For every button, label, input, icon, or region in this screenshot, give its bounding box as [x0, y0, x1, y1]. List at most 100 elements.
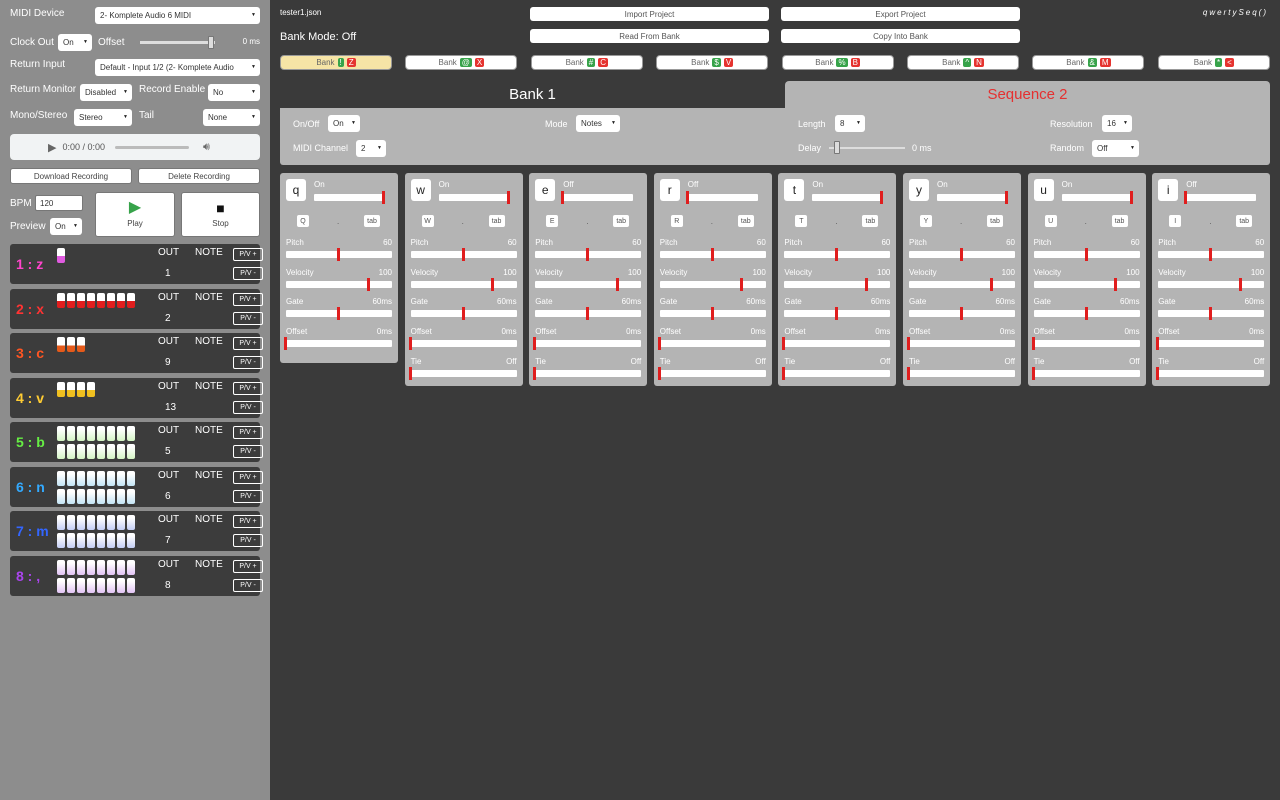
step-velocity-slider-knob[interactable]	[491, 278, 495, 291]
track-row[interactable]: 7 : m OUT NOTE 7 P/V + P/V -	[10, 511, 263, 551]
step-onoff-slider[interactable]	[685, 191, 758, 204]
tab-sequence[interactable]: Sequence 2	[785, 81, 1270, 108]
track-row[interactable]: 4 : v OUT NOTE 13 P/V + P/V -	[10, 377, 263, 418]
step-tie-slider-knob[interactable]	[907, 367, 910, 380]
step-onoff-knob[interactable]	[382, 191, 385, 204]
track-step[interactable]	[87, 515, 95, 530]
step-onoff-slider[interactable]	[561, 191, 634, 204]
tail-select[interactable]: None	[203, 109, 260, 126]
seq-onoff-select[interactable]: On	[328, 115, 360, 132]
track-step[interactable]	[67, 559, 75, 575]
step-pitch-slider-knob[interactable]	[1084, 248, 1088, 261]
track-step[interactable]	[97, 470, 105, 486]
step-key[interactable]: y	[909, 179, 929, 201]
bank-button[interactable]: Bank ^ N	[907, 55, 1019, 70]
preview-select[interactable]: On	[50, 218, 82, 235]
step-pitch-slider[interactable]	[909, 248, 1015, 261]
step-key[interactable]: r	[659, 179, 680, 201]
step-tie-slider-knob[interactable]	[408, 367, 412, 380]
step-velocity-slider[interactable]	[659, 278, 766, 291]
track-step[interactable]	[67, 381, 75, 397]
track-step[interactable]	[127, 488, 135, 504]
pv-plus-button[interactable]: P/V +	[233, 470, 263, 484]
step-tie-slider[interactable]	[408, 367, 517, 380]
step-pitch-slider-knob[interactable]	[337, 248, 340, 261]
track-step[interactable]	[87, 292, 95, 308]
offset-slider[interactable]	[140, 36, 215, 49]
seq-length-select[interactable]: 8	[835, 115, 865, 132]
track-step[interactable]	[127, 292, 135, 308]
track-step[interactable]	[77, 292, 85, 308]
track-step[interactable]	[97, 488, 105, 504]
pv-plus-button[interactable]: P/V +	[233, 248, 263, 261]
step-velocity-slider-knob[interactable]	[1114, 278, 1118, 291]
track-step[interactable]	[77, 337, 85, 352]
track-step[interactable]	[67, 292, 75, 308]
track-row[interactable]: 8 : , OUT NOTE 8 P/V + P/V -	[10, 555, 263, 596]
step-pitch-slider[interactable]	[535, 248, 642, 261]
track-step[interactable]	[57, 444, 65, 459]
step-gate-slider-knob[interactable]	[960, 307, 963, 320]
step-pitch-slider[interactable]	[410, 248, 517, 261]
step-key[interactable]: i	[1158, 179, 1179, 201]
track-step[interactable]	[57, 426, 65, 441]
track-step[interactable]	[127, 533, 135, 548]
step-onoff-slider[interactable]	[937, 191, 1008, 204]
pv-plus-button[interactable]: P/V +	[233, 426, 263, 439]
pv-plus-button[interactable]: P/V +	[233, 559, 263, 573]
track-step[interactable]	[97, 515, 105, 530]
track-step[interactable]	[117, 577, 125, 593]
step-tab-button[interactable]: tab	[1111, 215, 1128, 227]
track-step[interactable]	[117, 470, 125, 486]
step-onoff-slider[interactable]	[314, 191, 385, 204]
step-velocity-slider[interactable]	[784, 278, 891, 291]
seq-delay-slider-thumb[interactable]	[833, 141, 840, 154]
track-step[interactable]	[107, 533, 115, 548]
step-tab-button[interactable]: tab	[488, 215, 505, 227]
offset-slider-thumb[interactable]	[208, 36, 215, 49]
step-gate-slider[interactable]	[1158, 307, 1265, 320]
midi-device-select[interactable]: 2- Komplete Audio 6 MIDI	[95, 7, 260, 24]
step-pitch-slider-knob[interactable]	[960, 248, 963, 261]
step-offset-slider[interactable]	[533, 337, 642, 350]
clock-out-select[interactable]: On	[58, 34, 92, 51]
read-from-bank-button[interactable]: Read From Bank	[530, 29, 769, 43]
track-step[interactable]	[117, 426, 125, 441]
step-gate-slider[interactable]	[1033, 307, 1140, 320]
step-velocity-slider-knob[interactable]	[366, 278, 370, 291]
track-step[interactable]	[97, 559, 105, 575]
step-tie-slider[interactable]	[1031, 367, 1140, 380]
step-offset-slider[interactable]	[408, 337, 517, 350]
track-step[interactable]	[97, 533, 105, 548]
pv-minus-button[interactable]: P/V -	[233, 267, 263, 280]
step-gate-slider-knob[interactable]	[461, 307, 465, 320]
step-gate-slider[interactable]	[535, 307, 642, 320]
track-step[interactable]	[87, 444, 95, 459]
track-step[interactable]	[127, 470, 135, 486]
step-tab-button[interactable]: tab	[737, 215, 754, 227]
return-monitor-select[interactable]: Disabled	[80, 84, 132, 101]
bank-button[interactable]: Bank * <	[1157, 55, 1270, 70]
track-step[interactable]	[107, 470, 115, 486]
step-gate-slider-knob[interactable]	[710, 307, 714, 320]
track-step[interactable]	[67, 426, 75, 441]
track-step[interactable]	[117, 488, 125, 504]
step-offset-slider-knob[interactable]	[284, 337, 287, 350]
step-tie-slider[interactable]	[533, 367, 642, 380]
step-tie-slider[interactable]	[782, 367, 891, 380]
step-tab-button[interactable]: tab	[987, 215, 1003, 227]
step-key-upper[interactable]: W	[421, 215, 434, 227]
seq-resolution-select[interactable]: 16	[1102, 115, 1132, 132]
step-key-upper[interactable]: Q	[297, 215, 309, 227]
step-onoff-knob[interactable]	[685, 191, 689, 204]
step-velocity-slider[interactable]	[535, 278, 642, 291]
step-pitch-slider[interactable]	[784, 248, 891, 261]
step-onoff-knob[interactable]	[1184, 191, 1188, 204]
track-step[interactable]	[67, 444, 75, 459]
import-project-button[interactable]: Import Project	[530, 7, 769, 21]
step-gate-slider[interactable]	[410, 307, 517, 320]
track-step[interactable]	[127, 577, 135, 593]
track-step[interactable]	[77, 381, 85, 397]
step-key[interactable]: w	[410, 179, 431, 201]
step-onoff-slider[interactable]	[438, 191, 510, 204]
